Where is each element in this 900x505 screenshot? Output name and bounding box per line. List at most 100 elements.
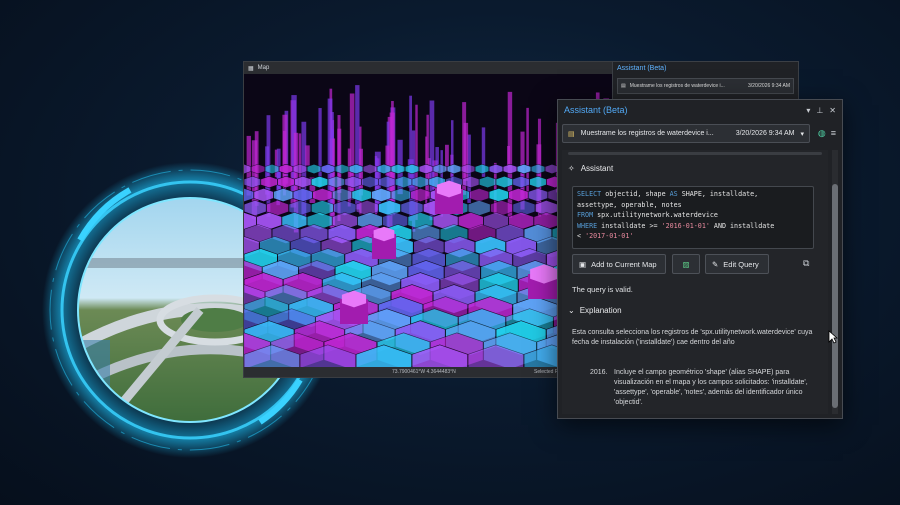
map-hex-cell [294,175,312,189]
add-map-icon: ▣ [579,259,587,269]
map-hex-cell [278,163,294,175]
pin-icon[interactable]: ⊥ [816,106,823,115]
map-hex-cell [404,163,420,175]
map-preview-button[interactable]: ▨ [672,254,700,274]
map-hex-cell [371,187,392,203]
collapse-icon: ⌄ [568,306,575,315]
assistant-back-date: 3/20/2026 9:34 AM [748,83,790,89]
map-hex-cell [469,187,490,203]
map-hex-cell [462,175,480,189]
map-hex-cell [348,163,364,175]
conversation-icon: ▤ [621,83,626,89]
sparkle-icon: ✧ [568,164,575,173]
map-hex-cell [361,175,379,189]
conversation-select[interactable]: ▤ Muestrame los registros de waterdevice… [562,124,810,143]
map-hex-cell [394,175,413,189]
sql-token: '2017-01-01' [585,232,634,240]
sql-token: assettype, operable, notes [577,200,682,209]
map-hex-cell [250,163,266,175]
explanation-label: Explanation [579,306,622,315]
conversation-title: Muestrame los registros de waterdevice i… [580,130,714,137]
sql-token: AS [669,190,678,198]
chevron-down-icon: ▾ [800,130,804,138]
map-hex-cell [273,187,294,203]
map-hex-cell [502,163,518,175]
map-icon: ▦ [248,65,254,72]
map-hex-cell [512,175,530,189]
add-to-current-map-label: Add to Current Map [591,259,657,269]
map-hex-cell [418,163,434,175]
sql-token: WHERE [577,221,598,230]
map-hex-cell [378,175,396,189]
map-coordinates: 73.7900461°W 4.3644483°N [392,369,456,375]
map-hex-cell [376,163,392,175]
map-tab[interactable]: ▦ Map [244,62,616,74]
map-hex-cell [306,163,322,175]
conversation-icon: ▤ [568,130,575,138]
map-hex-cell [390,163,406,175]
edit-query-button[interactable]: ✎ Edit Query [705,254,769,274]
edit-query-label: Edit Query [723,259,759,269]
map-hex-cell [488,163,504,175]
assistant-message-panel: ✧ Assistant SELECT objectid, shape AS SH… [562,150,828,414]
sql-code-block[interactable]: SELECT objectid, shape AS SHAPE, install… [572,186,814,249]
edit-icon: ✎ [712,259,719,269]
explanation-header[interactable]: ⌄ Explanation [568,306,622,315]
sql-token: spx.utilitynetwork.waterdevice [593,211,718,219]
map-hex-cell [310,175,329,189]
map-hex-cell [516,163,532,175]
sql-token: AND installdate [709,221,775,230]
map-hex-cell [344,175,362,189]
map-hex-cell [508,187,529,203]
add-to-current-map-button[interactable]: ▣ Add to Current Map [572,254,666,274]
map-hex-cell [264,163,280,175]
map-hex-cell [390,187,411,203]
assistant-window[interactable]: Assistant (Beta) ▾ ⊥ ✕ ▤ Muestrame los r… [557,99,843,419]
map-hex-cell [292,187,313,203]
map-hex-cell [277,175,295,189]
map-hex-cell [327,175,345,189]
close-icon[interactable]: ✕ [829,106,836,115]
map-hex-cell [312,187,333,203]
explanation-text: Esta consulta selecciona los registros d… [572,329,813,346]
sql-token: FROM [577,211,594,219]
map-hex-cell [244,175,262,189]
chat-icon[interactable]: ◍ [818,128,826,139]
map-hex-cell [332,187,352,203]
scrollbar[interactable] [832,150,838,414]
assistant-back-conversation: ▤ Muestrame los registros de waterdevice… [617,78,794,94]
map-hex-cell [320,163,336,175]
map-hex-cell [474,163,490,175]
map-hex-cell [334,163,350,175]
copy-icon[interactable]: ⧉ [803,258,809,269]
scrollbar-thumb[interactable] [832,184,838,408]
sql-token: SHAPE, installdate, [677,190,759,198]
cursor-icon [828,330,838,344]
map-hex-cell [432,163,448,175]
menu-icon[interactable]: ≡ [831,128,836,139]
map-hex-cell [411,175,429,189]
map-spike [318,108,322,187]
map-hex-cell [529,175,547,189]
map-hex-cell [460,163,476,175]
map-hex-cell [478,175,497,189]
map-hex-cell [495,175,514,189]
map-tab-label: Map [257,65,270,71]
chevron-down-icon[interactable]: ▾ [806,106,810,115]
map-preview-icon: ▨ [682,259,690,269]
map-hex-cell [410,187,431,203]
map-hex-cell [260,175,278,189]
assistant-title-bar: Assistant (Beta) ▾ ⊥ ✕ [558,100,842,120]
assistant-section-label: Assistant [580,164,614,173]
assistant-back-title: Assistant (Beta) [617,65,667,72]
map-hex-cell [362,163,378,175]
assistant-title: Assistant (Beta) [564,105,628,115]
sql-token: objectid, shape [601,190,670,198]
map-spike [327,98,333,205]
list-text: Incluye el campo geométrico 'shape' (ali… [614,369,808,406]
conversation-date: 3/20/2026 9:34 AM [735,130,795,137]
sql-token: SELECT [577,190,602,198]
map-hex-cell [488,187,509,203]
sql-token: < [577,232,586,240]
map-hex-cell [446,163,462,175]
